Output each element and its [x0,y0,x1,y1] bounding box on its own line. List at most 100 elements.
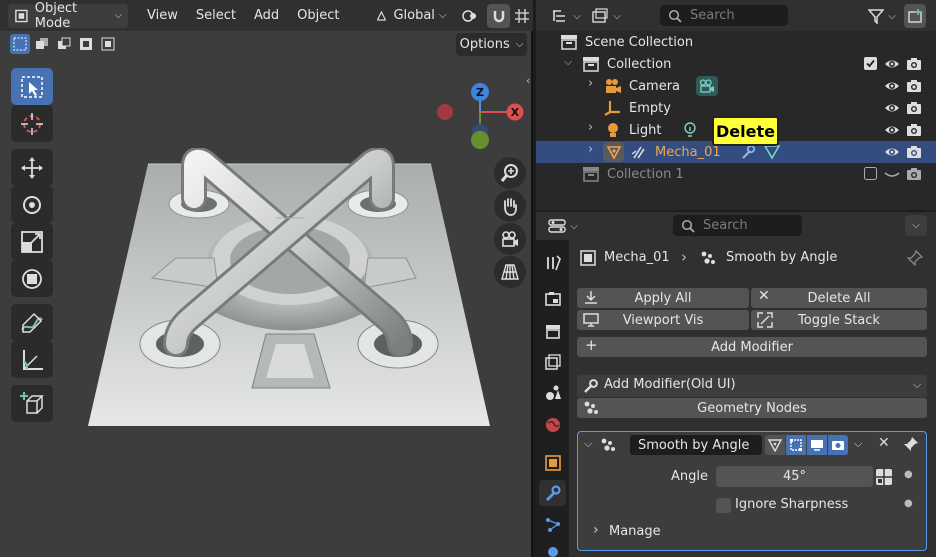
menu-select[interactable]: Select [187,8,245,23]
navigation-gizmo[interactable]: Z X [430,78,530,156]
filter-display-dropdown[interactable]: ⌵ [590,4,622,28]
show-render-toggle[interactable] [828,435,848,455]
tool-add-cube[interactable] [11,385,53,422]
tab-tool[interactable] [539,250,566,276]
modifier-menu-chevron-icon[interactable]: ⌵ [854,437,862,451]
render-camera-icon[interactable] [906,56,922,72]
eye-icon[interactable] [884,56,900,72]
properties-search-input[interactable]: Search [673,215,802,236]
tool-transform[interactable] [11,260,53,297]
input-toggle-icon[interactable] [875,468,893,486]
sidebar-toggle-icon[interactable]: ‹ [526,74,530,87]
viewport-vis-button[interactable]: Viewport Vis [577,310,749,330]
transform-orientation-dropdown[interactable]: Global ⌵ [368,3,453,28]
properties-options-dropdown[interactable]: ⌵ [905,215,927,236]
expand-manage-icon[interactable]: › [593,522,599,538]
render-camera-icon[interactable] [906,100,922,116]
perspective-toggle-button[interactable] [494,256,526,288]
manage-subpanel-label[interactable]: Manage [609,524,661,539]
exclude-checkbox-icon[interactable] [864,167,877,180]
select-subtract-mode[interactable] [54,34,74,54]
menu-object[interactable]: Object [288,8,348,23]
tool-scale[interactable] [11,223,53,260]
pivot-dropdown[interactable] [457,4,488,28]
display-mode-dropdown[interactable]: ⌵ [548,4,584,28]
drag-handle-icon[interactable] [903,436,919,452]
eye-icon[interactable] [884,122,900,138]
render-camera-icon[interactable] [906,166,922,182]
render-camera-icon[interactable] [906,122,922,138]
keyframe-dot-icon[interactable]: ● [904,498,913,509]
angle-input[interactable]: 45° [716,466,873,487]
outliner-row-camera[interactable]: › Camera [536,75,936,97]
show-viewport-toggle[interactable] [807,435,827,455]
tab-object[interactable] [539,450,566,476]
camera-view-button[interactable] [494,223,526,255]
camera-data-icon[interactable] [696,76,718,96]
tab-render[interactable] [539,286,566,312]
options-dropdown[interactable]: Options ⌵ [456,33,527,56]
remove-modifier-icon[interactable]: ✕ [878,435,890,451]
eye-icon[interactable] [884,144,900,160]
outliner-row-scene-collection[interactable]: Scene Collection [536,31,936,53]
snap-target-dropdown[interactable] [510,4,533,28]
mecha-model-render[interactable] [86,148,492,430]
eye-icon[interactable] [884,78,900,94]
tool-cursor[interactable] [11,105,53,142]
render-camera-icon[interactable] [906,144,922,160]
select-new-mode[interactable] [10,34,30,54]
select-invert-mode[interactable] [76,34,96,54]
ignore-sharpness-checkbox[interactable] [716,498,731,513]
filter-dropdown[interactable]: ⌵ [866,4,898,28]
edit-mode-toggle[interactable] [765,435,785,455]
tab-world[interactable] [539,412,566,438]
snap-toggle[interactable] [487,3,511,28]
expand-mecha-icon[interactable]: › [588,142,593,157]
expand-collection-icon[interactable]: ⌵ [564,55,572,69]
outliner-search-input[interactable]: Search [660,5,788,26]
tab-particles[interactable] [539,512,566,538]
add-modifier-old-panel[interactable]: Add Modifier(Old UI) ⌵ [577,375,927,397]
pin-icon[interactable] [907,250,923,266]
apply-all-button[interactable]: Apply All [577,288,749,308]
menu-view[interactable]: View [138,8,187,23]
collapse-modifier-icon[interactable]: ⌵ [584,437,592,451]
tab-physics[interactable] [539,542,566,557]
tab-modifiers[interactable] [539,480,566,506]
tool-move[interactable] [11,149,53,186]
eye-closed-icon[interactable] [884,166,900,182]
expand-camera-icon[interactable]: › [588,76,593,91]
tool-measure[interactable] [11,341,53,378]
tool-annotate[interactable] [11,304,53,341]
select-extend-mode[interactable] [32,34,52,54]
outliner-row-collection[interactable]: ⌵ Collection [536,53,936,75]
modifier-name-field[interactable]: Smooth by Angle [630,435,762,455]
render-camera-icon[interactable] [906,78,922,94]
tab-scene[interactable] [539,380,566,406]
eye-icon[interactable] [884,100,900,116]
delete-all-button[interactable]: ✕ Delete All [751,288,927,308]
light-data-icon[interactable] [682,122,698,138]
menu-add[interactable]: Add [245,8,288,23]
wrench-icon[interactable] [740,144,756,160]
zoom-button[interactable] [494,157,526,189]
select-intersect-mode[interactable] [98,34,118,54]
outliner-row-collection-1[interactable]: Collection 1 [536,163,936,185]
on-cage-toggle[interactable] [786,435,806,455]
exclude-checkbox-icon[interactable] [864,57,877,70]
vertex-group-icon[interactable] [764,144,780,160]
pan-button[interactable] [494,190,526,222]
geometry-nodes-button[interactable]: Geometry Nodes [577,398,927,418]
3d-viewport[interactable]: Object Mode ⌵ View Select Add Object Glo… [0,0,533,557]
editor-type-dropdown[interactable]: ⌵ [546,214,580,238]
toggle-stack-button[interactable]: Toggle Stack [751,310,927,330]
mode-dropdown[interactable]: Object Mode ⌵ [8,1,129,31]
add-modifier-button[interactable]: + Add Modifier [577,336,927,357]
tool-select-box[interactable] [11,68,53,105]
tab-view-layer[interactable] [539,349,566,375]
keyframe-dot-icon[interactable]: ● [904,469,913,480]
new-collection-button[interactable] [904,4,926,28]
tab-output[interactable] [539,318,566,344]
tool-rotate[interactable] [11,186,53,223]
expand-light-icon[interactable]: › [588,120,593,135]
